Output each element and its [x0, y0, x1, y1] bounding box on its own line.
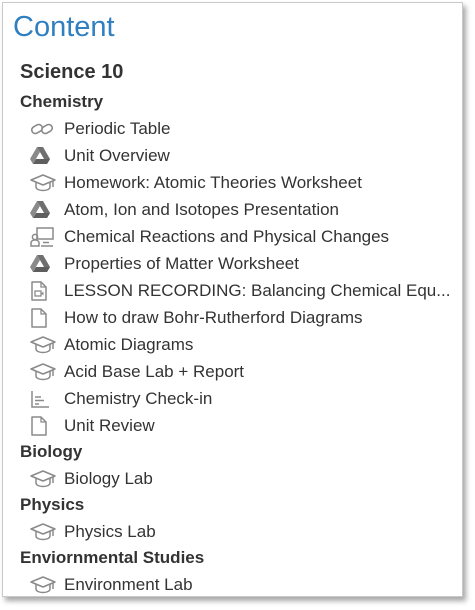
content-item[interactable]: Acid Base Lab + Report	[3, 358, 462, 385]
content-item-link[interactable]: Atomic Diagrams	[64, 331, 193, 358]
section-heading-chemistry: Chemistry	[20, 92, 104, 111]
graduation-cap-icon	[30, 173, 56, 193]
content-item-link[interactable]: How to draw Bohr-Rutherford Diagrams	[64, 304, 363, 331]
graduation-cap-icon	[30, 362, 56, 382]
content-item-link[interactable]: Chemistry Check-in	[64, 385, 212, 412]
graduation-cap-icon	[30, 575, 56, 595]
google-drive-icon	[30, 254, 56, 274]
content-item-link[interactable]: Acid Base Lab + Report	[64, 358, 244, 385]
page-title: Content	[13, 11, 115, 43]
google-drive-icon	[30, 200, 56, 220]
content-item-link[interactable]: Environment Lab	[64, 571, 193, 596]
content-item-link[interactable]: LESSON RECORDING: Balancing Chemical Equ…	[64, 277, 450, 304]
content-item[interactable]: Atomic Diagrams	[3, 331, 462, 358]
content-item-link[interactable]: Atom, Ion and Isotopes Presentation	[64, 196, 339, 223]
chart-icon	[30, 389, 56, 409]
content-list: Chemistry Periodic Table Unit Overview Home…	[3, 89, 462, 596]
content-item-link[interactable]: Periodic Table	[64, 115, 170, 142]
course-title: Science 10	[20, 61, 124, 83]
document-icon	[30, 307, 56, 328]
content-item[interactable]: Chemistry Check-in	[3, 385, 462, 412]
content-item[interactable]: Atom, Ion and Isotopes Presentation	[3, 196, 462, 223]
content-item-link[interactable]: Chemical Reactions and Physical Changes	[64, 223, 389, 250]
presentation-icon	[30, 226, 56, 247]
content-item[interactable]: Unit Overview	[3, 142, 462, 169]
graduation-cap-icon	[30, 335, 56, 355]
content-item[interactable]: Properties of Matter Worksheet	[3, 250, 462, 277]
content-item[interactable]: Physics Lab	[3, 518, 462, 545]
content-item-link[interactable]: Biology Lab	[64, 465, 153, 492]
link-icon	[30, 119, 56, 139]
content-panel: Content Science 10 Chemistry Periodic Tab…	[2, 2, 463, 597]
content-item[interactable]: LESSON RECORDING: Balancing Chemical Equ…	[3, 277, 462, 304]
content-item[interactable]: Unit Review	[3, 412, 462, 439]
content-item[interactable]: Periodic Table	[3, 115, 462, 142]
section-heading-physics: Physics	[20, 495, 85, 514]
graduation-cap-icon	[30, 469, 56, 489]
content-item[interactable]: Biology Lab	[3, 465, 462, 492]
content-item-link[interactable]: Unit Overview	[64, 142, 170, 169]
section-heading-biology: Biology	[20, 442, 83, 461]
content-item-link[interactable]: Properties of Matter Worksheet	[64, 250, 299, 277]
graduation-cap-icon	[30, 522, 56, 542]
document-icon	[30, 415, 56, 436]
google-drive-icon	[30, 146, 56, 166]
section-heading-enviornmental-studies: Enviornmental Studies	[20, 548, 205, 567]
video-file-icon	[30, 280, 56, 301]
content-item[interactable]: Homework: Atomic Theories Worksheet	[3, 169, 462, 196]
content-item-link[interactable]: Physics Lab	[64, 518, 156, 545]
content-item-link[interactable]: Homework: Atomic Theories Worksheet	[64, 169, 362, 196]
content-item[interactable]: Chemical Reactions and Physical Changes	[3, 223, 462, 250]
content-item[interactable]: Environment Lab	[3, 571, 462, 596]
content-item[interactable]: How to draw Bohr-Rutherford Diagrams	[3, 304, 462, 331]
content-item-link[interactable]: Unit Review	[64, 412, 155, 439]
